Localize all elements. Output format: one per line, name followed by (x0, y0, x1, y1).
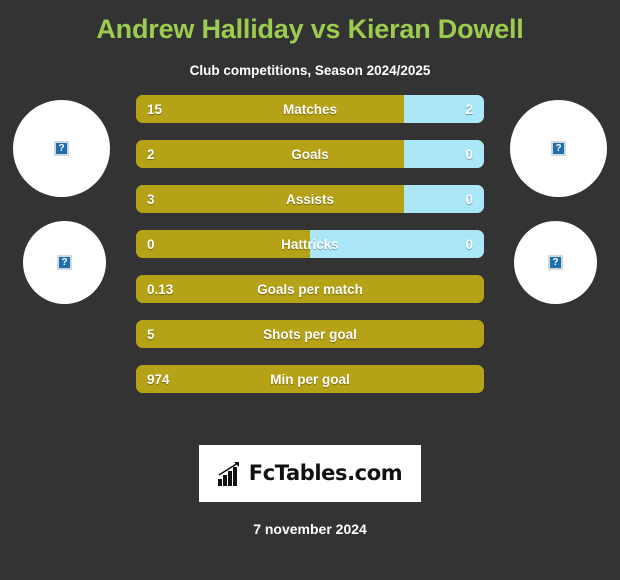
bar-fill-left (136, 140, 404, 168)
stat-value-right: 0 (465, 236, 473, 252)
broken-image-icon: ? (551, 141, 566, 156)
footer-date: 7 november 2024 (253, 521, 367, 537)
page-title: Andrew Halliday vs Kieran Dowell (96, 14, 524, 44)
avatar-left-top: ? (13, 100, 110, 197)
bar-fill-left (136, 320, 484, 348)
fctables-logo-text: FcTables.com (248, 461, 403, 485)
bar-fill-left (136, 275, 484, 303)
stat-value-right: 0 (465, 191, 473, 207)
comparison-area: ? ? ? ? 15 Matches 2 2 Goals 0 3 Assists 0 0 Hattr… (0, 95, 620, 405)
stat-value-left: 2 (147, 146, 155, 162)
broken-image-icon: ? (57, 255, 72, 270)
stat-value-right: 2 (465, 101, 473, 117)
stat-bar-row: 2 Goals 0 (136, 140, 484, 168)
bar-fill-right (310, 230, 484, 258)
stat-bar-row: 0.13 Goals per match (136, 275, 484, 303)
broken-image-icon: ? (54, 141, 69, 156)
bar-fill-left (136, 365, 484, 393)
stat-bar-list: 15 Matches 2 2 Goals 0 3 Assists 0 0 Hattricks 0 0.1… (136, 95, 484, 410)
bar-fill-left (136, 230, 310, 258)
stat-value-left: 15 (147, 101, 163, 117)
fctables-logo[interactable]: FcTables.com (199, 445, 421, 502)
avatar-left-bottom: ? (23, 221, 106, 304)
stat-bar-row: 3 Assists 0 (136, 185, 484, 213)
stat-value-left: 3 (147, 191, 155, 207)
header: Andrew Halliday vs Kieran Dowell Club co… (0, 0, 620, 79)
bar-fill-left (136, 185, 404, 213)
footer: FcTables.com 7 november 2024 (0, 445, 620, 537)
avatar-right-top: ? (510, 100, 607, 197)
page-subtitle: Club competitions, Season 2024/2025 (189, 63, 431, 78)
stat-value-left: 974 (147, 371, 170, 387)
stat-bar-row: 974 Min per goal (136, 365, 484, 393)
avatar-right-bottom: ? (514, 221, 597, 304)
stat-bar-row: 15 Matches 2 (136, 95, 484, 123)
stat-value-left: 5 (147, 326, 155, 342)
stat-bar-row: 5 Shots per goal (136, 320, 484, 348)
stat-value-right: 0 (465, 146, 473, 162)
stat-bar-row: 0 Hattricks 0 (136, 230, 484, 258)
bar-fill-left (136, 95, 404, 123)
stat-value-left: 0.13 (147, 281, 174, 297)
broken-image-icon: ? (548, 255, 563, 270)
stat-value-left: 0 (147, 236, 155, 252)
bar-chart-icon (217, 461, 239, 486)
